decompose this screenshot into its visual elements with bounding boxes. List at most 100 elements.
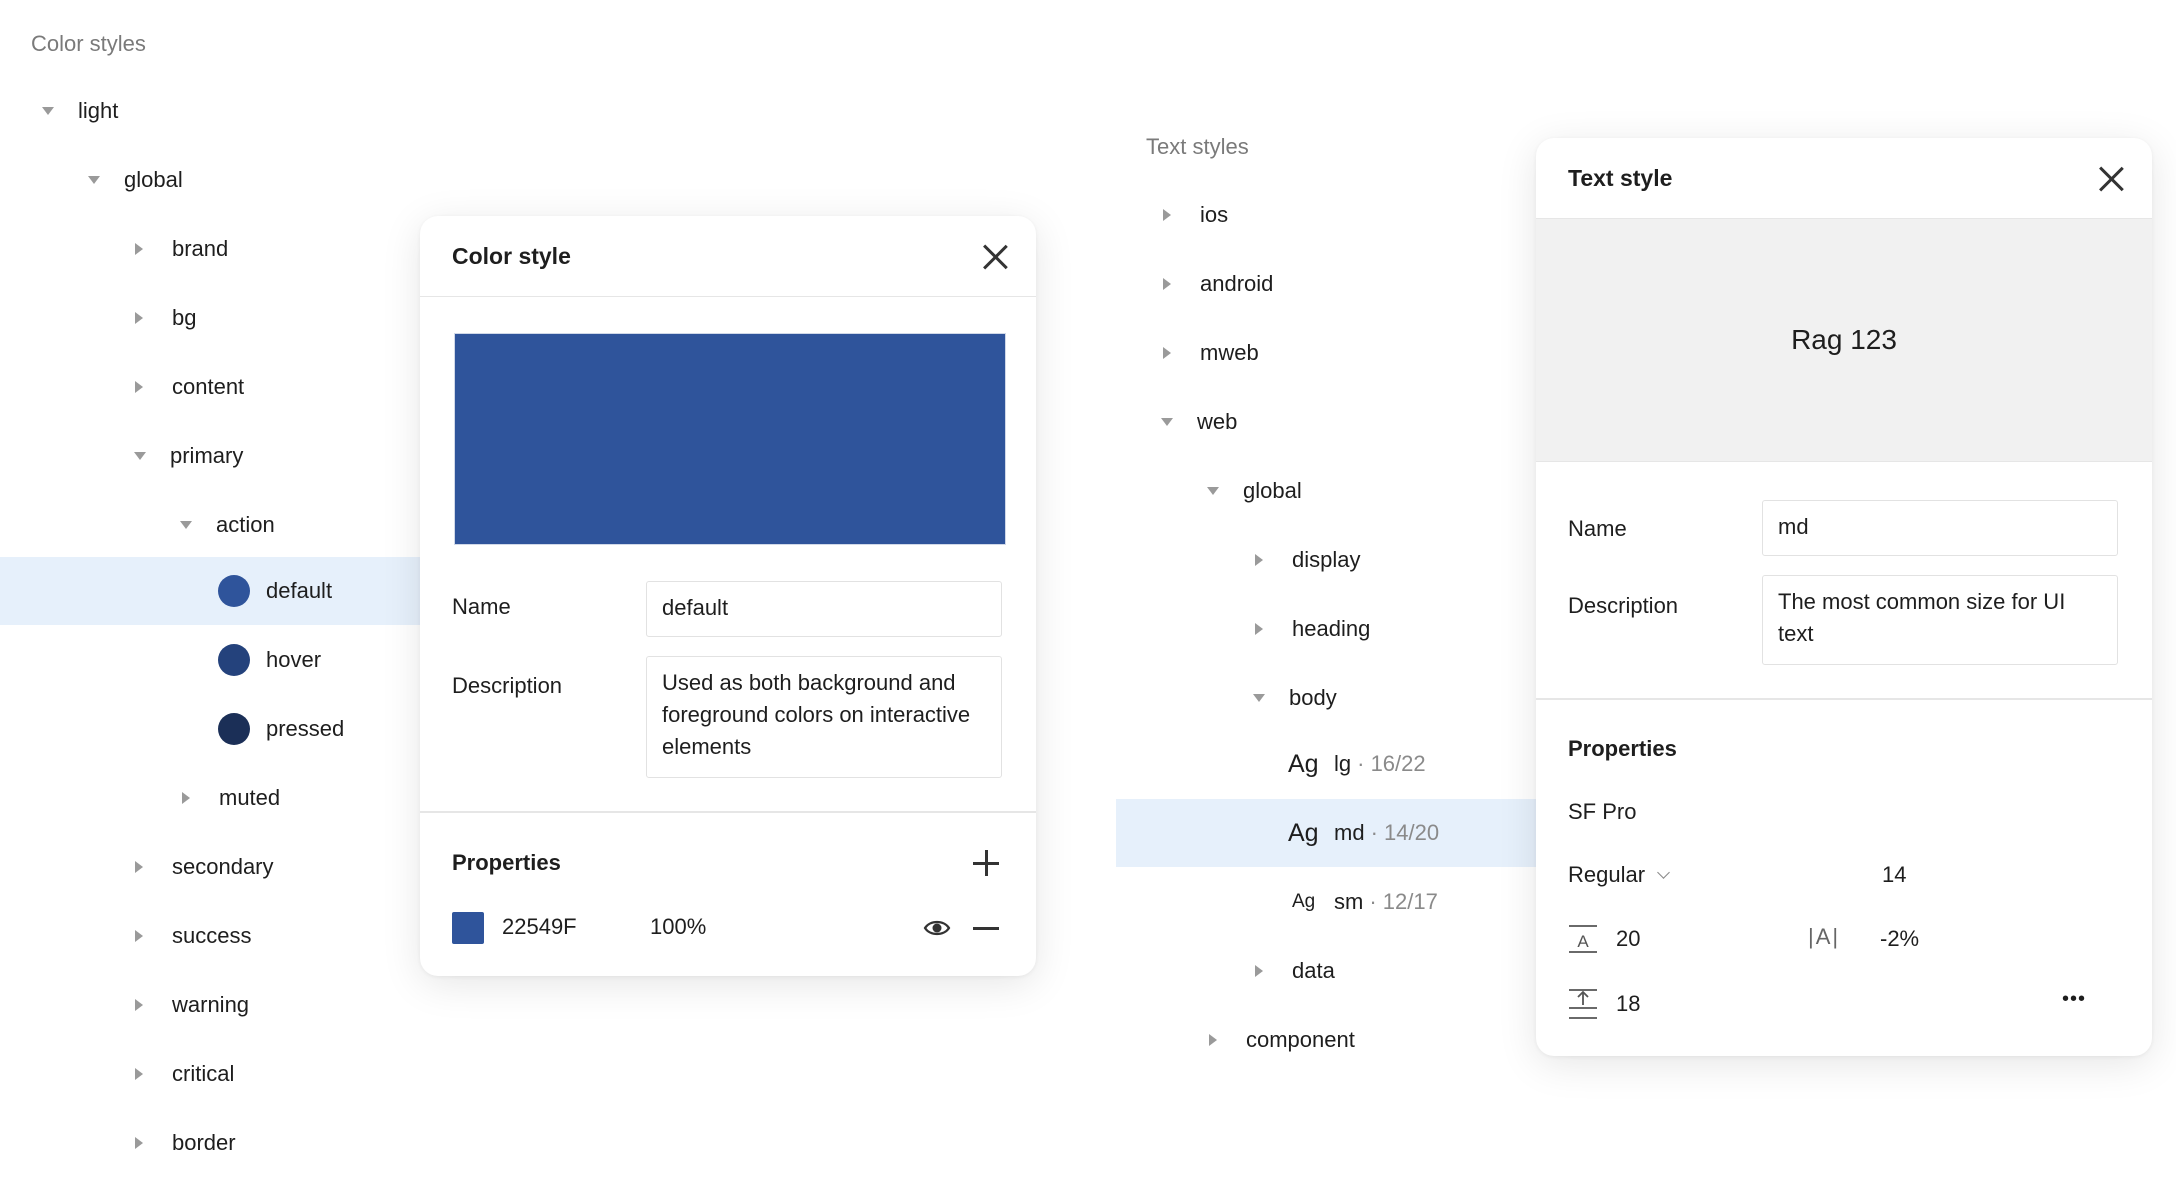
tree-item-label: muted bbox=[219, 785, 281, 810]
tree-item-data[interactable]: data bbox=[1255, 937, 1335, 1005]
tree-item-border[interactable]: border bbox=[135, 1109, 236, 1177]
tree-item-brand[interactable]: brand bbox=[135, 215, 228, 283]
tree-item-label: data bbox=[1292, 958, 1335, 983]
tree-item-label: default bbox=[266, 578, 333, 603]
color-item-pressed[interactable]: pressed bbox=[218, 695, 344, 763]
tree-item-web[interactable]: web bbox=[1161, 388, 1237, 456]
tree-item-label: mweb bbox=[1200, 340, 1259, 365]
text-style-item-md[interactable]: Ag md · 14/20 bbox=[1288, 799, 1439, 867]
properties-label: Properties bbox=[452, 850, 561, 875]
chevron-down-icon[interactable] bbox=[1207, 487, 1219, 495]
letter-spacing-value[interactable]: -2% bbox=[1880, 926, 1919, 952]
remove-icon[interactable] bbox=[973, 927, 999, 930]
chevron-right-icon[interactable] bbox=[135, 1137, 143, 1149]
fill-swatch[interactable] bbox=[452, 912, 484, 944]
more-options-icon[interactable]: ••• bbox=[2062, 988, 2086, 1011]
divider bbox=[420, 811, 1036, 813]
tree-item-android[interactable]: android bbox=[1163, 250, 1273, 318]
tree-item-primary[interactable]: primary bbox=[134, 422, 243, 490]
chevron-right-icon[interactable] bbox=[135, 381, 143, 393]
tree-item-label: display bbox=[1292, 547, 1361, 572]
chevron-right-icon[interactable] bbox=[135, 1068, 143, 1080]
tree-item-muted[interactable]: muted bbox=[182, 764, 280, 832]
line-height-value[interactable]: 20 bbox=[1616, 926, 1640, 952]
tree-item-label: secondary bbox=[172, 854, 274, 879]
tree-item-light[interactable]: light bbox=[42, 77, 118, 145]
tree-item-ios[interactable]: ios bbox=[1163, 181, 1228, 249]
text-style-item-lg[interactable]: Ag lg · 16/22 bbox=[1288, 730, 1426, 798]
tree-item-label: body bbox=[1289, 685, 1337, 710]
text-style-name: md bbox=[1334, 820, 1365, 845]
font-family-value[interactable]: SF Pro bbox=[1568, 799, 1636, 825]
close-icon[interactable] bbox=[2098, 166, 2124, 192]
tree-item-bg[interactable]: bg bbox=[135, 284, 196, 352]
tree-item-success[interactable]: success bbox=[135, 902, 251, 970]
chevron-right-icon[interactable] bbox=[1163, 209, 1171, 221]
tree-item-display[interactable]: display bbox=[1255, 526, 1360, 594]
description-field[interactable]: The most common size for UI text bbox=[1762, 575, 2118, 665]
font-size-value[interactable]: 14 bbox=[1882, 862, 1906, 888]
chevron-right-icon[interactable] bbox=[135, 999, 143, 1011]
fill-opacity[interactable]: 100% bbox=[650, 914, 706, 940]
font-weight-select[interactable]: Regular bbox=[1568, 862, 1670, 888]
color-item-default[interactable]: default bbox=[218, 557, 332, 625]
chevron-down-icon[interactable] bbox=[134, 452, 146, 460]
tree-item-action[interactable]: action bbox=[180, 491, 275, 559]
name-field[interactable]: default bbox=[646, 581, 1002, 637]
svg-text:A: A bbox=[1577, 932, 1589, 951]
tree-item-content[interactable]: content bbox=[135, 353, 244, 421]
description-field[interactable]: Used as both background and foreground c… bbox=[646, 656, 1002, 778]
selected-row-highlight bbox=[0, 557, 420, 625]
tree-item-critical[interactable]: critical bbox=[135, 1040, 234, 1108]
chevron-down-icon[interactable] bbox=[42, 107, 54, 115]
add-icon[interactable] bbox=[973, 850, 999, 876]
chevron-right-icon[interactable] bbox=[1255, 965, 1263, 977]
tree-item-body[interactable]: body bbox=[1253, 664, 1337, 732]
text-style-name: lg bbox=[1334, 751, 1352, 776]
tree-item-label: action bbox=[216, 512, 275, 537]
chevron-down-icon[interactable] bbox=[180, 521, 192, 529]
name-label: Name bbox=[1568, 516, 1627, 541]
name-field[interactable]: md bbox=[1762, 500, 2118, 556]
chevron-down-icon[interactable] bbox=[88, 176, 100, 184]
chevron-right-icon[interactable] bbox=[1255, 554, 1263, 566]
chevron-down-icon bbox=[1657, 865, 1670, 879]
tree-item-label: web bbox=[1197, 409, 1238, 434]
chevron-down-icon[interactable] bbox=[1161, 418, 1173, 426]
fill-hex[interactable]: 22549F bbox=[502, 914, 577, 940]
tree-item-label: light bbox=[78, 98, 119, 123]
color-style-panel: Color style Name default Description Use… bbox=[420, 216, 1036, 976]
text-style-panel: Text style Rag 123 Name md Description T… bbox=[1536, 138, 2152, 1056]
chevron-right-icon[interactable] bbox=[135, 243, 143, 255]
chevron-right-icon[interactable] bbox=[135, 861, 143, 873]
tree-item-global[interactable]: global bbox=[1207, 457, 1302, 525]
tree-item-heading[interactable]: heading bbox=[1255, 595, 1370, 663]
text-preview: Rag 123 bbox=[1536, 219, 2152, 462]
tree-item-label: warning bbox=[172, 992, 250, 1017]
chevron-right-icon[interactable] bbox=[135, 930, 143, 942]
tree-item-label: border bbox=[172, 1130, 236, 1155]
tree-item-warning[interactable]: warning bbox=[135, 971, 249, 1039]
color-item-hover[interactable]: hover bbox=[218, 626, 321, 694]
eye-icon[interactable] bbox=[923, 915, 951, 941]
text-style-name: sm bbox=[1334, 889, 1364, 914]
tree-item-component[interactable]: component bbox=[1209, 1006, 1355, 1074]
tree-item-label: heading bbox=[1292, 616, 1371, 641]
text-style-item-sm[interactable]: Ag sm · 12/17 bbox=[1292, 868, 1438, 936]
paragraph-spacing-value[interactable]: 18 bbox=[1616, 991, 1640, 1017]
chevron-right-icon[interactable] bbox=[1163, 347, 1171, 359]
tree-item-secondary[interactable]: secondary bbox=[135, 833, 274, 901]
color-swatch bbox=[218, 713, 250, 745]
chevron-down-icon[interactable] bbox=[1253, 694, 1265, 702]
chevron-right-icon[interactable] bbox=[1163, 278, 1171, 290]
description-label: Description bbox=[1568, 593, 1679, 618]
chevron-right-icon[interactable] bbox=[135, 312, 143, 324]
chevron-right-icon[interactable] bbox=[1209, 1034, 1217, 1046]
tree-item-mweb[interactable]: mweb bbox=[1163, 319, 1259, 387]
tree-item-global[interactable]: global bbox=[88, 146, 183, 214]
close-icon[interactable] bbox=[982, 244, 1008, 270]
chevron-right-icon[interactable] bbox=[182, 792, 190, 804]
chevron-right-icon[interactable] bbox=[1255, 623, 1263, 635]
tree-item-label: ios bbox=[1200, 202, 1229, 227]
text-styles-title: Text styles bbox=[1146, 134, 1249, 159]
